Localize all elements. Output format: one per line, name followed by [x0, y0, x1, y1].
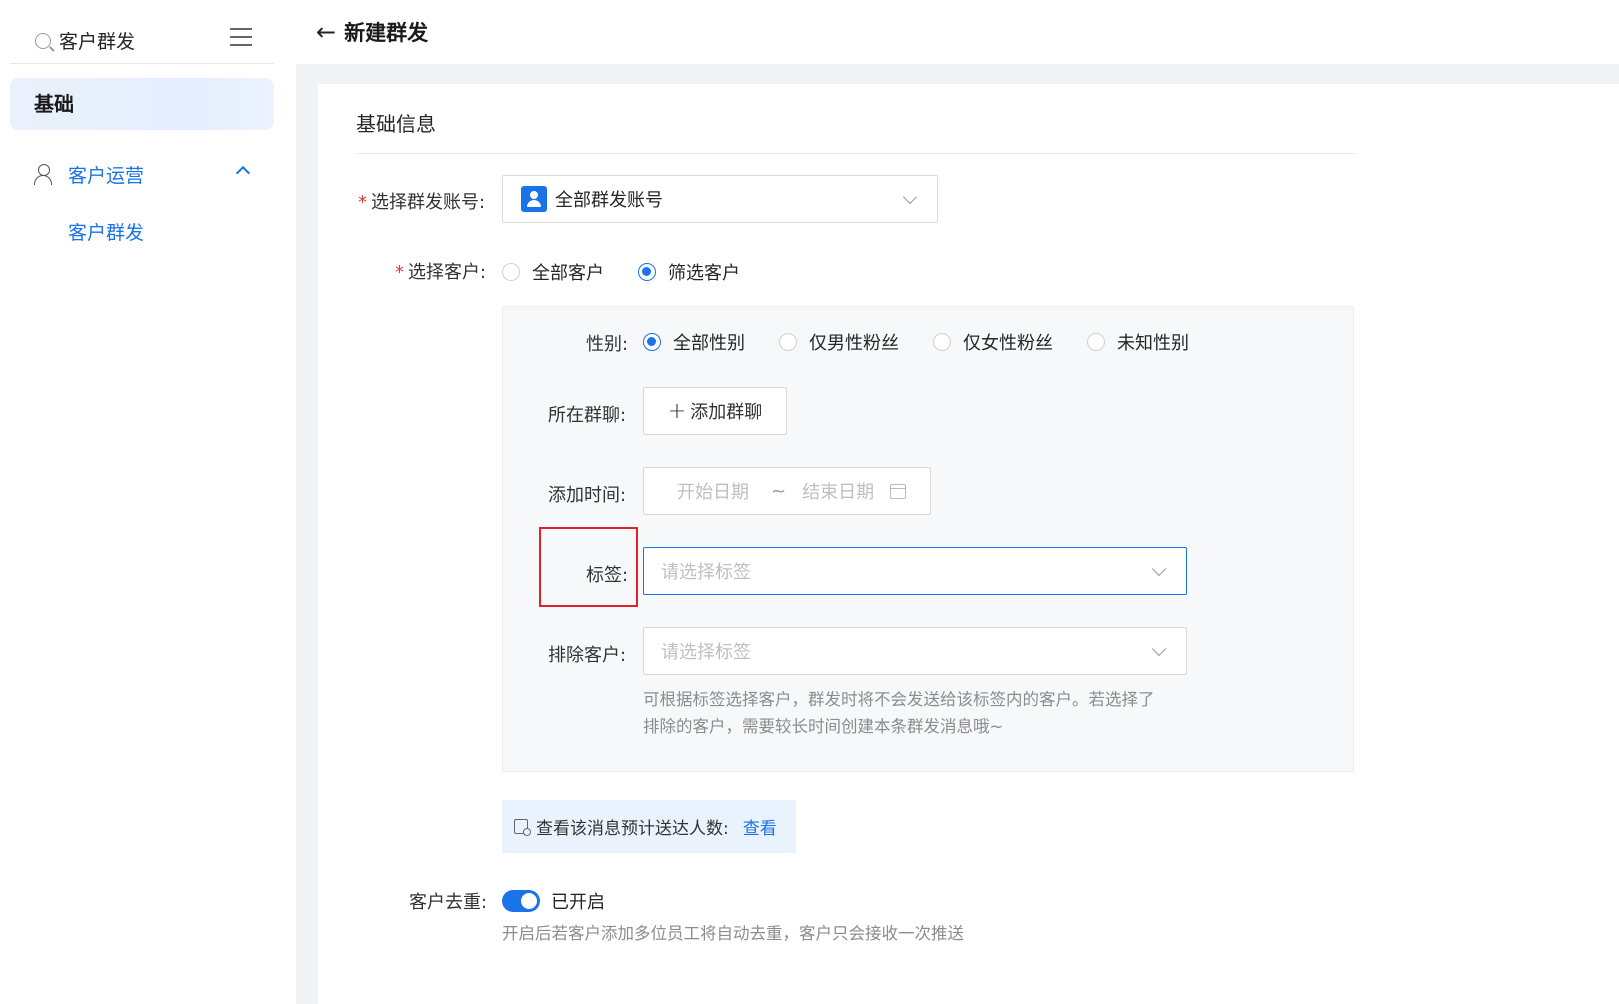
required-mark: *: [358, 192, 367, 213]
section-divider: [356, 153, 1356, 154]
add-time-label: 添加时间:: [548, 485, 627, 506]
start-date-input[interactable]: 开始日期: [677, 478, 749, 504]
exclude-label: 排除客户:: [548, 645, 627, 666]
radio-dot-selected[interactable]: [643, 333, 661, 351]
filter-panel: 性别: 全部性别 仅男性粉丝 仅女性粉丝 未知性别 所在群聊: + 添加群聊 添加…: [502, 306, 1354, 772]
sidebar-group-customer-ops[interactable]: 客户运营: [10, 152, 274, 196]
radio-label: 仅女性粉丝: [963, 333, 1053, 354]
radio-gender-male[interactable]: 仅男性粉丝: [779, 329, 899, 355]
calendar-icon: [890, 483, 907, 499]
estimate-box: 查看该消息预计送达人数: 查看: [502, 800, 796, 853]
chevron-up-icon[interactable]: [235, 165, 251, 181]
exclude-hint-line-2: 排除的客户，需要较长时间创建本条群发消息哦~: [643, 717, 1004, 736]
radio-label: 全部客户: [532, 263, 604, 284]
radio-dot-selected[interactable]: [638, 263, 656, 281]
radio-dot[interactable]: [933, 333, 951, 351]
tags-select[interactable]: 请选择标签: [643, 547, 1187, 595]
exclude-hint-line-1: 可根据标签选择客户，群发时将不会发送给该标签内的客户。若选择了: [643, 690, 1155, 709]
radio-all-customers[interactable]: 全部客户: [502, 259, 604, 285]
back-arrow-icon[interactable]: ←: [316, 18, 336, 46]
account-select-value: 全部群发账号: [555, 190, 663, 211]
section-title: 基础信息: [356, 112, 436, 136]
estimate-text: 查看该消息预计送达人数:: [536, 819, 729, 839]
add-group-chat-label: 添加群聊: [690, 402, 763, 423]
sidebar: 客户群发 基础 客户运营 客户群发: [0, 0, 296, 1004]
gender-label: 性别:: [586, 334, 629, 355]
page-title: 新建群发: [344, 21, 429, 45]
radio-gender-female[interactable]: 仅女性粉丝: [933, 329, 1053, 355]
date-range-picker[interactable]: 开始日期 ~ 结束日期: [643, 467, 931, 515]
account-label: * 选择群发账号:: [358, 188, 485, 214]
dedupe-toggle[interactable]: [502, 890, 540, 912]
radio-label: 未知性别: [1117, 333, 1189, 354]
radio-label: 仅男性粉丝: [809, 333, 899, 354]
radio-dot[interactable]: [502, 263, 520, 281]
dedupe-hint: 开启后若客户添加多位员工将自动去重，客户只会接收一次推送: [502, 924, 964, 943]
add-group-chat-button[interactable]: + 添加群聊: [643, 387, 787, 435]
plus-icon: +: [667, 398, 687, 424]
document-search-icon: [514, 819, 531, 836]
sidebar-item-basic[interactable]: 基础: [10, 78, 274, 130]
menu-collapse-icon[interactable]: [230, 28, 252, 50]
exclude-select[interactable]: 请选择标签: [643, 627, 1187, 675]
date-separator: ~: [771, 480, 787, 502]
tags-select-placeholder: 请选择标签: [661, 562, 751, 583]
dedupe-label: 客户去重:: [409, 892, 488, 913]
radio-label: 全部性别: [673, 333, 745, 354]
account-label-text: 选择群发账号:: [371, 192, 486, 213]
radio-dot[interactable]: [1087, 333, 1105, 351]
sidebar-group-label: 客户运营: [68, 164, 145, 187]
user-icon: [34, 163, 56, 185]
radio-filter-customers[interactable]: 筛选客户: [638, 259, 740, 285]
dedupe-state: 已开启: [551, 892, 605, 913]
radio-label: 筛选客户: [668, 263, 740, 284]
search-input[interactable]: 客户群发: [59, 27, 135, 54]
radio-gender-all[interactable]: 全部性别: [643, 329, 745, 355]
chevron-down-icon: [902, 189, 918, 205]
page-header: ← 新建群发: [296, 0, 1619, 64]
tags-label: 标签:: [586, 565, 629, 586]
sidebar-item-customer-broadcast[interactable]: 客户群发: [68, 218, 144, 245]
estimate-view-link[interactable]: 查看: [743, 814, 777, 839]
form-card: 基础信息 * 选择群发账号: 全部群发账号 * 选择客户: 全部客户 筛选客户 性别…: [318, 84, 1619, 1004]
customers-label: * 选择客户:: [395, 258, 486, 284]
radio-gender-unknown[interactable]: 未知性别: [1087, 329, 1189, 355]
chevron-down-icon: [1151, 561, 1167, 577]
sidebar-search[interactable]: 客户群发: [10, 18, 274, 64]
required-mark: *: [395, 262, 404, 283]
chevron-down-icon: [1151, 641, 1167, 657]
exclude-select-placeholder: 请选择标签: [661, 642, 751, 663]
search-icon: [35, 32, 51, 49]
end-date-input[interactable]: 结束日期: [802, 478, 874, 504]
exclude-hint: 可根据标签选择客户，群发时将不会发送给该标签内的客户。若选择了 排除的客户，需要…: [643, 686, 1203, 740]
account-select[interactable]: 全部群发账号: [502, 175, 938, 223]
customers-label-text: 选择客户:: [408, 262, 487, 283]
group-chat-label: 所在群聊:: [548, 405, 627, 426]
account-icon: [521, 186, 547, 212]
radio-dot[interactable]: [779, 333, 797, 351]
